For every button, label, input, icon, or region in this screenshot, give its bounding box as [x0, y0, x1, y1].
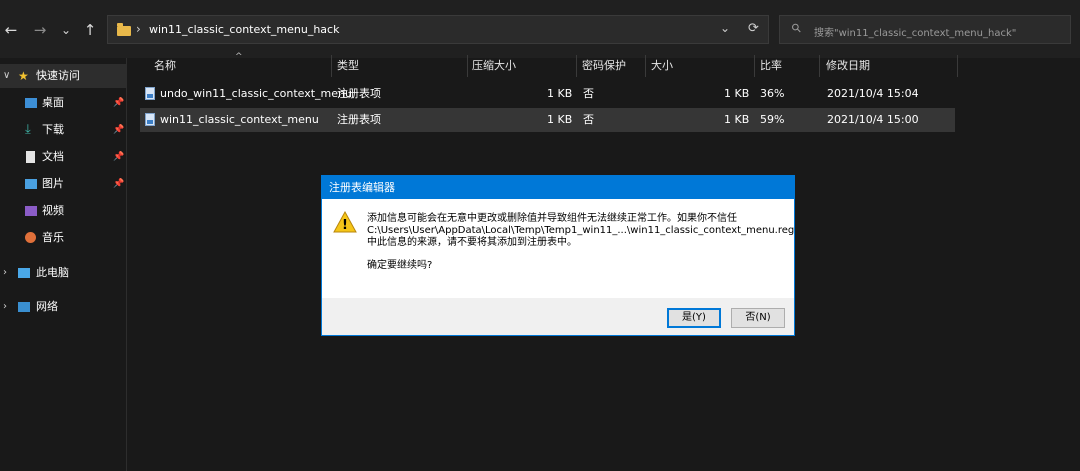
up-arrow-icon[interactable]: ↑: [79, 19, 101, 41]
file-row[interactable]: win11_classic_context_menu 注册表项 1 KB 否 1…: [140, 108, 955, 132]
file-size: 1 KB: [724, 87, 750, 100]
sidebar-item-pictures[interactable]: 图片 📌: [0, 172, 126, 196]
pictures-icon: [25, 179, 37, 189]
column-divider[interactable]: [467, 55, 468, 77]
message-file-path: C:\Users\User\AppData\Local\Temp\Temp1_w…: [367, 225, 795, 236]
sidebar-item-label: 桌面: [42, 96, 64, 109]
sidebar-item-label: 文档: [42, 150, 64, 163]
back-arrow-icon[interactable]: ←: [0, 19, 22, 41]
sidebar-item-quick-access[interactable]: ∨ ★ 快速访问: [0, 64, 126, 88]
file-modified: 2021/10/4 15:00: [827, 113, 919, 126]
breadcrumb-separator-icon: ›: [136, 22, 141, 36]
dialog-titlebar[interactable]: 注册表编辑器: [322, 176, 794, 199]
column-divider[interactable]: [819, 55, 820, 77]
column-header-size[interactable]: 大小: [651, 59, 673, 79]
file-password: 否: [583, 113, 594, 126]
file-size: 1 KB: [724, 113, 750, 126]
forward-arrow-icon[interactable]: →: [29, 19, 51, 41]
column-header-type[interactable]: 类型: [337, 59, 359, 79]
chevron-right-icon[interactable]: ›: [3, 261, 7, 285]
network-icon: [18, 302, 30, 312]
message-line: 添加信息可能会在无意中更改或删除值并导致组件无法继续正常工作。如果你不信任: [367, 213, 737, 224]
download-icon: ⤓: [25, 122, 31, 137]
computer-icon: [18, 268, 30, 278]
file-type: 注册表项: [337, 113, 381, 126]
column-divider[interactable]: [576, 55, 577, 77]
column-header-modified[interactable]: 修改日期: [826, 59, 870, 79]
sidebar-item-network[interactable]: › 网络: [0, 295, 126, 319]
column-header-ratio[interactable]: 比率: [760, 59, 782, 79]
desktop-icon: [25, 98, 37, 108]
registry-file-icon: [145, 87, 155, 100]
folder-icon: [117, 23, 131, 36]
sidebar-item-label: 音乐: [42, 231, 64, 244]
pin-icon[interactable]: 📌: [113, 91, 124, 115]
file-modified: 2021/10/4 15:04: [827, 87, 919, 100]
column-divider[interactable]: [645, 55, 646, 77]
registry-editor-dialog: 注册表编辑器 ! 添加信息可能会在无意中更改或删除值并导致组件无法继续正常工作。…: [321, 175, 795, 336]
column-header-compressed-size[interactable]: 压缩大小: [472, 59, 516, 79]
message-line: 中此信息的来源，请不要将其添加到注册表中。: [367, 237, 577, 248]
recent-locations-chevron-icon[interactable]: ⌄: [55, 19, 77, 41]
sidebar-item-music[interactable]: 音乐: [0, 226, 126, 250]
column-divider[interactable]: [754, 55, 755, 77]
file-compressed-size: 1 KB: [547, 113, 573, 126]
file-name: undo_win11_classic_context_menu: [160, 87, 352, 100]
video-icon: [25, 206, 37, 216]
document-icon: [26, 151, 35, 163]
warning-icon: !: [333, 211, 357, 233]
pin-icon[interactable]: 📌: [113, 118, 124, 142]
sidebar-item-label: 下载: [42, 123, 64, 136]
dialog-body: ! 添加信息可能会在无意中更改或删除值并导致组件无法继续正常工作。如果你不信任 …: [322, 199, 794, 298]
sidebar-item-label: 此电脑: [36, 266, 69, 279]
sidebar-item-label: 快速访问: [36, 69, 80, 82]
star-icon: ★: [18, 69, 29, 83]
search-box[interactable]: ⚲ 搜索"win11_classic_context_menu_hack": [779, 15, 1071, 44]
sidebar-item-desktop[interactable]: 桌面 📌: [0, 91, 126, 115]
column-header-name[interactable]: 名称: [154, 59, 176, 79]
chevron-right-icon[interactable]: ›: [3, 295, 7, 319]
dialog-title: 注册表编辑器: [329, 181, 395, 194]
file-type: 注册表项: [337, 87, 381, 100]
search-placeholder: 搜索"win11_classic_context_menu_hack": [814, 28, 1017, 39]
confirm-question: 确定要继续吗?: [367, 260, 433, 271]
yes-button[interactable]: 是(Y): [667, 308, 721, 328]
sidebar-item-label: 图片: [42, 177, 64, 190]
navigation-pane: ∨ ★ 快速访问 桌面 📌 ⤓ 下载 📌 文档 📌 图片 📌 视频 音乐 › 此…: [0, 58, 127, 471]
sidebar-item-videos[interactable]: 视频: [0, 199, 126, 223]
column-header-password[interactable]: 密码保护: [582, 59, 626, 79]
navigation-bar: ← → ⌄ ↑ › win11_classic_context_menu_hac…: [0, 0, 1080, 58]
breadcrumb-current-folder[interactable]: win11_classic_context_menu_hack: [149, 23, 339, 36]
column-divider[interactable]: [331, 55, 332, 77]
sidebar-item-documents[interactable]: 文档 📌: [0, 145, 126, 169]
address-dropdown-icon[interactable]: ⌄: [720, 21, 730, 35]
sort-ascending-icon: ^: [235, 52, 243, 62]
file-name: win11_classic_context_menu: [160, 113, 319, 126]
warning-glyph: !: [342, 218, 348, 233]
file-password: 否: [583, 87, 594, 100]
column-divider[interactable]: [957, 55, 958, 77]
registry-file-icon: [145, 113, 155, 126]
dialog-message: 添加信息可能会在无意中更改或删除值并导致组件无法继续正常工作。如果你不信任 C:…: [367, 213, 795, 272]
sidebar-item-this-pc[interactable]: › 此电脑: [0, 261, 126, 285]
address-bar[interactable]: › win11_classic_context_menu_hack ⌄ ⟳: [107, 15, 769, 44]
file-compressed-size: 1 KB: [547, 87, 573, 100]
sidebar-item-downloads[interactable]: ⤓ 下载 📌: [0, 118, 126, 142]
pin-icon[interactable]: 📌: [113, 145, 124, 169]
music-icon: [25, 232, 36, 243]
sidebar-item-label: 网络: [36, 300, 58, 313]
file-ratio: 59%: [760, 113, 785, 126]
pin-icon[interactable]: 📌: [113, 172, 124, 196]
file-ratio: 36%: [760, 87, 785, 100]
file-row[interactable]: undo_win11_classic_context_menu 注册表项 1 K…: [140, 82, 955, 106]
no-button[interactable]: 否(N): [731, 308, 785, 328]
chevron-down-icon[interactable]: ∨: [3, 64, 10, 88]
sidebar-item-label: 视频: [42, 204, 64, 217]
search-icon: ⚲: [788, 19, 805, 37]
refresh-icon[interactable]: ⟳: [748, 21, 759, 36]
